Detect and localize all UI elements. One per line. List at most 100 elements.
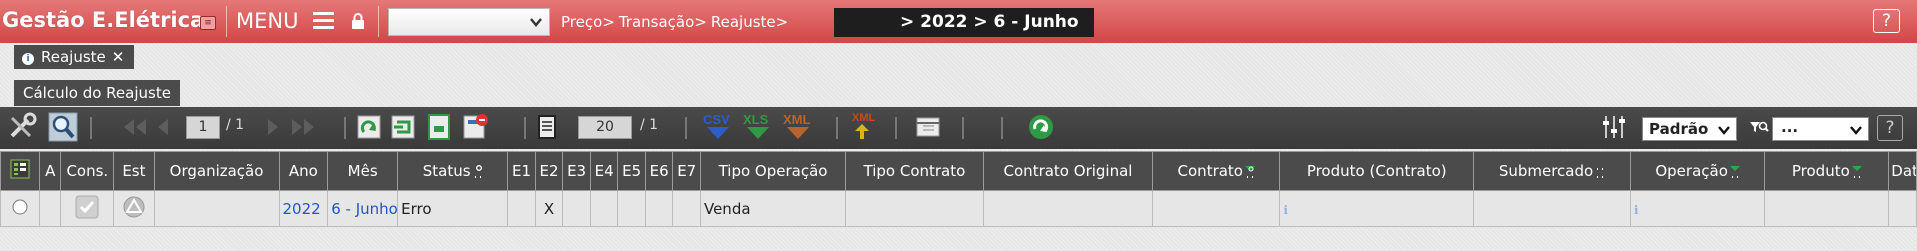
col-cons[interactable]: Cons. xyxy=(60,151,115,191)
data-grid: A Cons. Est Organização Ano Mês Status E… xyxy=(0,151,1917,227)
breadcrumb-item[interactable]: Preço> xyxy=(561,13,615,31)
checkbox-icon[interactable] xyxy=(75,195,99,219)
saved-filter-select[interactable]: ... xyxy=(1772,117,1869,141)
hamburger-icon[interactable] xyxy=(313,12,334,30)
col-e2[interactable]: E2 xyxy=(534,151,564,191)
refresh-icon[interactable] xyxy=(356,112,382,142)
chevron-down-icon xyxy=(530,18,542,27)
divider xyxy=(685,117,687,139)
tools-icon[interactable] xyxy=(6,112,38,142)
chevron-down-icon xyxy=(1850,126,1862,135)
cell-tipo-operacao: Venda xyxy=(699,190,847,227)
col-a[interactable]: A xyxy=(39,151,62,191)
search-icon[interactable] xyxy=(48,112,78,142)
download-arrow-icon xyxy=(787,127,809,139)
title-menu-icon[interactable]: ≡ xyxy=(200,16,216,30)
col-mes[interactable]: Mês xyxy=(327,151,399,191)
col-e5[interactable]: E5 xyxy=(617,151,646,191)
page-size-input[interactable]: 20 xyxy=(578,116,632,139)
col-tipo-operacao[interactable]: Tipo Operação xyxy=(699,151,847,191)
sort-down-icon[interactable] xyxy=(1729,165,1740,179)
report-icon[interactable] xyxy=(462,112,490,142)
cell-e4 xyxy=(589,190,619,227)
col-e1[interactable]: E1 xyxy=(507,151,536,191)
col-produto-label: Produto xyxy=(1791,162,1850,180)
divider xyxy=(962,117,964,139)
page-size-icon[interactable] xyxy=(536,112,558,142)
breadcrumb-item[interactable]: Reajuste> xyxy=(711,13,788,31)
divider xyxy=(226,6,227,37)
help-button[interactable]: ? xyxy=(1873,9,1900,33)
reload-icon[interactable] xyxy=(1026,112,1056,142)
close-icon[interactable]: ✕ xyxy=(112,48,125,66)
col-e6[interactable]: E6 xyxy=(644,151,674,191)
upload-arrow-icon xyxy=(855,124,869,139)
cell-e6 xyxy=(644,190,674,227)
cell-est xyxy=(113,190,155,227)
menu-button[interactable]: MENU xyxy=(236,8,298,35)
cell-ano[interactable]: 2022 xyxy=(278,190,329,227)
info-icon: i xyxy=(22,53,34,65)
table-row[interactable]: 2022 6 - Junho Erro X Venda ℹ ℹ xyxy=(0,190,1917,227)
col-organizacao[interactable]: Organização xyxy=(153,151,280,191)
col-contrato-original[interactable]: Contrato Original xyxy=(982,151,1154,191)
import-icon[interactable] xyxy=(390,112,416,142)
cell-e1 xyxy=(507,190,536,227)
module-select[interactable] xyxy=(388,8,550,36)
cell-operacao: ℹ xyxy=(1629,190,1766,227)
row-radio[interactable] xyxy=(0,190,41,227)
app-title[interactable]: Gestão E.Elétrica xyxy=(0,8,204,35)
col-submercado-label: Submercado xyxy=(1498,162,1594,180)
columns-icon[interactable] xyxy=(914,112,942,142)
cell-mes[interactable]: 6 - Junho xyxy=(327,190,399,227)
export-xml-button[interactable]: XML xyxy=(783,112,813,141)
info-icon[interactable]: ℹ xyxy=(1634,203,1639,217)
sort-filter-icon[interactable] xyxy=(1245,165,1255,179)
cell-e2: X xyxy=(534,190,564,227)
col-tipo-contrato[interactable]: Tipo Contrato xyxy=(845,151,984,191)
col-produto[interactable]: Produto xyxy=(1764,151,1890,191)
export-xml-label: XML xyxy=(783,112,811,127)
document-icon[interactable] xyxy=(426,112,452,142)
export-xml-alt-button[interactable]: XML xyxy=(852,112,878,140)
cell-e5 xyxy=(617,190,646,227)
filter-search-icon[interactable] xyxy=(473,164,483,179)
col-contrato-label: Contrato xyxy=(1177,162,1243,180)
sort-down-icon[interactable] xyxy=(1851,165,1862,179)
toolbar-help-button[interactable]: ? xyxy=(1877,115,1903,141)
first-page-icon[interactable] xyxy=(120,112,176,142)
layout-preset-select[interactable]: Padrão xyxy=(1642,117,1737,141)
chevron-down-icon xyxy=(1718,126,1730,135)
col-operacao[interactable]: Operação xyxy=(1629,151,1766,191)
col-e7[interactable]: E7 xyxy=(672,151,701,191)
col-ano[interactable]: Ano xyxy=(278,151,329,191)
page-total: / 1 xyxy=(226,117,245,133)
col-status[interactable]: Status xyxy=(397,151,509,191)
cell-contrato xyxy=(1152,190,1281,227)
export-xls-button[interactable]: XLS xyxy=(743,112,773,141)
col-data[interactable]: Data xyxy=(1888,151,1917,191)
cell-cons[interactable] xyxy=(60,190,115,227)
tab-reajuste[interactable]: i Reajuste ✕ xyxy=(14,45,135,69)
filter-dots-icon[interactable] xyxy=(1595,165,1605,179)
col-submercado[interactable]: Submercado xyxy=(1473,151,1631,191)
col-contrato[interactable]: Contrato xyxy=(1152,151,1281,191)
export-csv-label: CSV xyxy=(703,112,730,127)
last-page-icon[interactable] xyxy=(262,112,328,142)
export-csv-button[interactable]: CSV xyxy=(703,112,733,141)
info-icon[interactable]: ℹ xyxy=(1283,203,1288,217)
col-est[interactable]: Est xyxy=(113,151,155,191)
col-e4[interactable]: E4 xyxy=(589,151,619,191)
filter-search-icon xyxy=(1750,121,1769,132)
breadcrumb-item[interactable]: Transação> xyxy=(619,13,707,31)
sliders-icon[interactable] xyxy=(1600,112,1628,142)
period-indicator: > 2022 > 6 - Junho xyxy=(834,8,1094,37)
radio-icon[interactable] xyxy=(11,198,29,216)
select-all-header[interactable] xyxy=(0,151,41,191)
col-e3[interactable]: E3 xyxy=(562,151,591,191)
cell-e3 xyxy=(562,190,591,227)
divider xyxy=(1001,117,1003,139)
col-produto-contrato[interactable]: Produto (Contrato) xyxy=(1279,151,1475,191)
page-number-input[interactable]: 1 xyxy=(186,116,220,139)
lock-icon[interactable] xyxy=(350,12,366,30)
